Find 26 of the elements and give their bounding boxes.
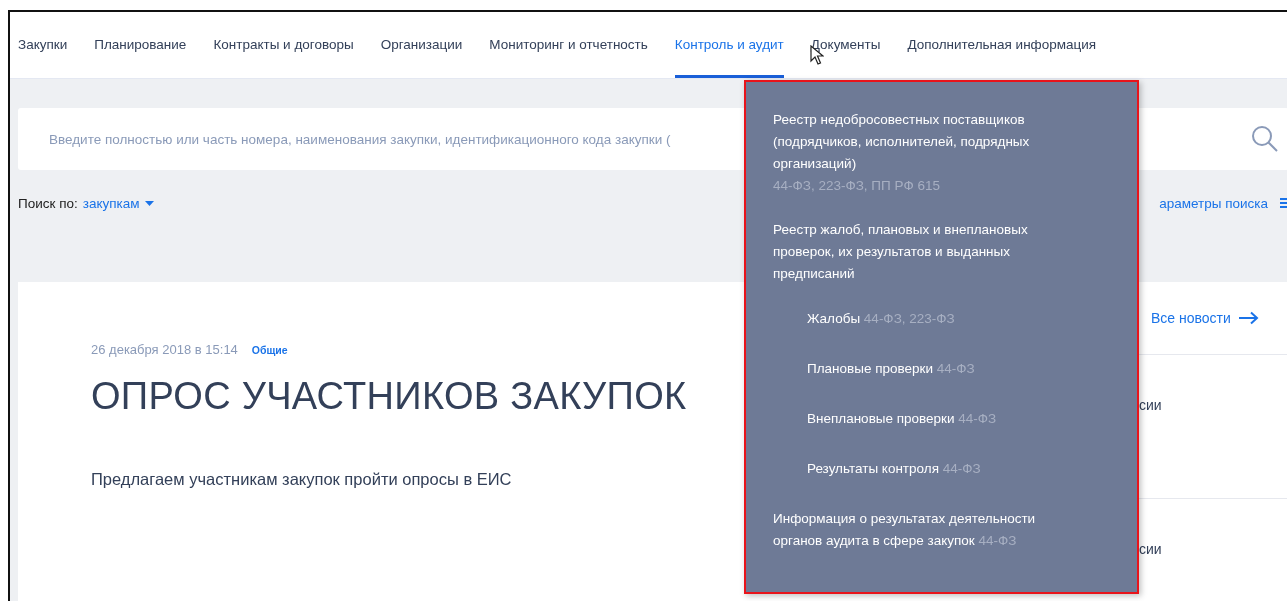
search-by-label: Поиск по:: [18, 195, 78, 211]
search-by-dropdown[interactable]: закупкам: [82, 195, 154, 211]
news-item-text[interactable]: сии: [1139, 541, 1162, 557]
arrow-right-icon: [1238, 311, 1259, 325]
nav-tab[interactable]: Планирование: [94, 12, 187, 78]
nav-tab[interactable]: Документы: [810, 12, 881, 78]
submenu-item[interactable]: Результаты контроля 44-ФЗ: [773, 444, 1117, 494]
caret-icon: [144, 200, 154, 206]
news-date: 26 декабря 2018 в 15:14: [91, 342, 238, 357]
menu-item[interactable]: Информация о результатах деятельности органов аудита в сфере закупок 44-ФЗ: [773, 508, 1073, 552]
menu-item[interactable]: Реестр жалоб, плановых и внеплановых проверок, их результатов и выданных предписаний: [773, 219, 1073, 285]
news-tag[interactable]: Общие: [251, 344, 288, 356]
submenu-item[interactable]: Жалобы 44-ФЗ, 223-ФЗ: [773, 294, 1117, 344]
search-params-link[interactable]: араметры поиска: [1159, 195, 1268, 211]
nav-tab[interactable]: Организации: [380, 12, 463, 78]
nav-tab[interactable]: Закупки: [18, 12, 68, 78]
submenu-item[interactable]: Плановые проверки 44-ФЗ: [773, 344, 1117, 394]
nav-tab[interactable]: Мониторинг и отчетность: [489, 12, 648, 78]
nav-tab[interactable]: Контракты и договоры: [213, 12, 354, 78]
submenu-item[interactable]: Внеплановые проверки 44-ФЗ: [773, 394, 1117, 444]
filter-icon[interactable]: [1280, 197, 1287, 209]
all-news-link[interactable]: Все новости: [1151, 310, 1231, 326]
nav-tab[interactable]: Дополнительная информация: [907, 12, 1097, 78]
news-item-text[interactable]: сии: [1139, 397, 1162, 413]
news-text: Предлагаем участникам закупок пройти опросы в ЕИС: [91, 470, 512, 489]
search-icon[interactable]: [1251, 125, 1279, 153]
